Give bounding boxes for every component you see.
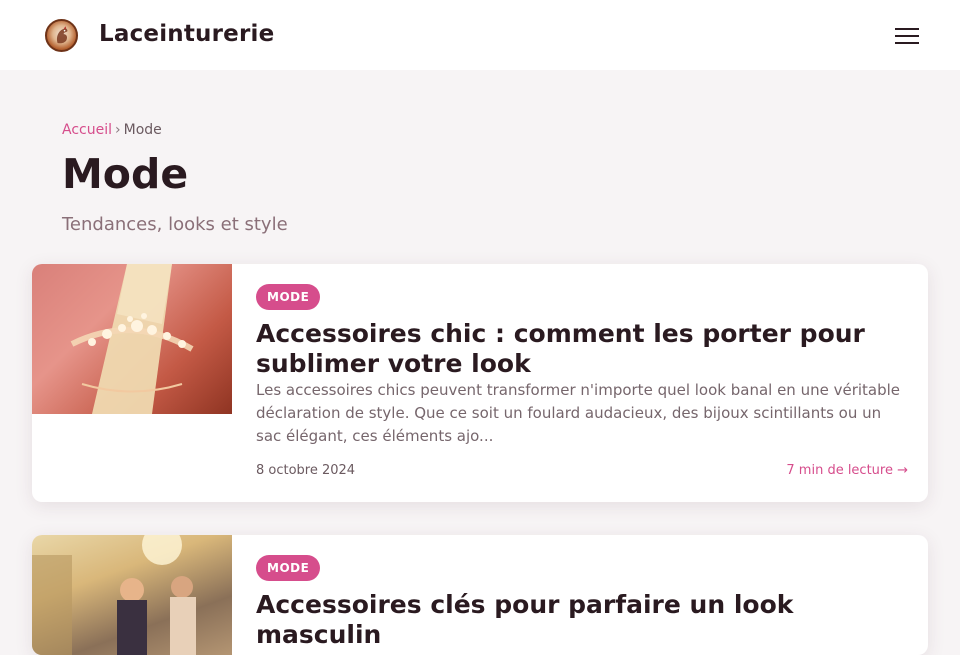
breadcrumb-home-link[interactable]: Accueil — [62, 122, 112, 138]
article-thumbnail[interactable] — [32, 264, 232, 414]
site-header: Laceinturerie — [0, 0, 960, 70]
breadcrumb-current: Mode — [123, 122, 162, 138]
breadcrumb: Accueil › Mode — [62, 122, 162, 138]
article-title[interactable]: Accessoires clés pour parfaire un look m… — [256, 590, 896, 650]
hamburger-menu-icon[interactable] — [893, 24, 923, 48]
category-badge[interactable]: MODE — [256, 555, 321, 581]
article-card[interactable]: MODE Accessoires chic : comment les port… — [32, 264, 928, 502]
rooster-logo-icon[interactable] — [45, 19, 78, 52]
page-subtitle: Tendances, looks et style — [62, 214, 288, 235]
category-badge[interactable]: MODE — [256, 284, 321, 310]
page-title: Mode — [62, 150, 189, 198]
read-time-link[interactable]: 7 min de lecture → — [786, 463, 908, 478]
article-date: 8 octobre 2024 — [256, 463, 356, 478]
article-excerpt: Les accessoires chics peuvent transforme… — [256, 381, 901, 445]
article-card[interactable]: MODE Accessoires clés pour parfaire un l… — [32, 535, 928, 655]
article-thumbnail[interactable] — [32, 535, 232, 655]
site-title[interactable]: Laceinturerie — [99, 21, 274, 47]
article-title[interactable]: Accessoires chic : comment les porter po… — [256, 319, 896, 379]
breadcrumb-separator: › — [115, 122, 121, 138]
